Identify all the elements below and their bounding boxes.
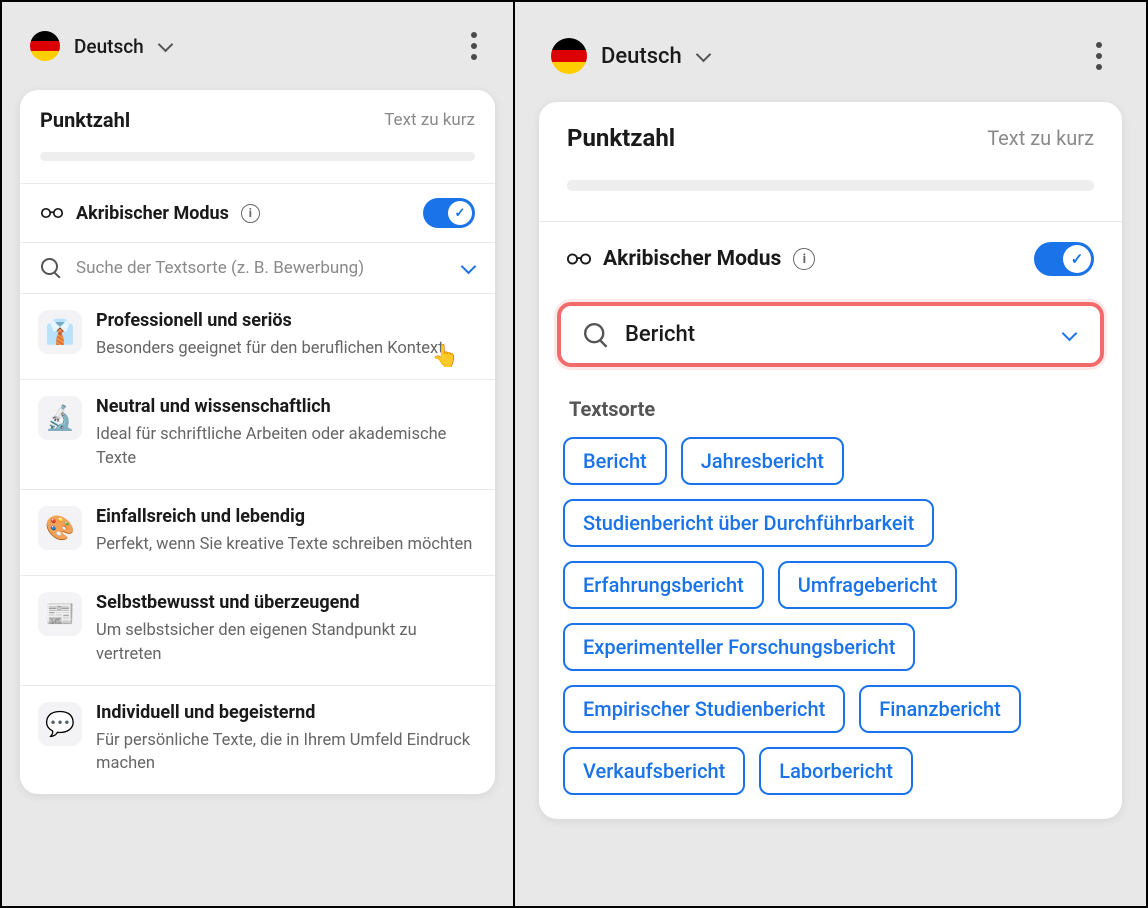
- chevron-down-icon: [696, 49, 710, 63]
- more-menu-button[interactable]: [463, 24, 485, 68]
- style-icon: 👔: [38, 310, 82, 354]
- flag-de-icon: [551, 38, 587, 74]
- language-label: Deutsch: [601, 44, 682, 69]
- text-type-tag[interactable]: Empirischer Studienbericht: [563, 685, 845, 733]
- info-icon[interactable]: i: [793, 248, 815, 270]
- text-type-search-highlighted[interactable]: Bericht: [557, 302, 1104, 367]
- text-type-tag[interactable]: Laborbericht: [759, 747, 913, 795]
- search-icon: [583, 321, 609, 347]
- score-progress-bar: [40, 152, 475, 161]
- chevron-down-icon: [1062, 328, 1076, 342]
- style-title: Selbstbewusst und überzeugend: [96, 592, 477, 613]
- language-selector[interactable]: Deutsch: [551, 38, 710, 74]
- flag-de-icon: [30, 31, 60, 61]
- style-icon: 🎨: [38, 506, 82, 550]
- style-title: Neutral und wissenschaftlich: [96, 396, 477, 417]
- glasses-icon: [567, 247, 591, 271]
- chevron-down-icon: [158, 39, 172, 53]
- style-icon: 💬: [38, 702, 82, 746]
- mode-label: Akribischer Modus: [76, 203, 229, 224]
- style-icon: 📰: [38, 592, 82, 636]
- style-option[interactable]: 🔬 Neutral und wissenschaftlich Ideal für s…: [20, 380, 495, 490]
- style-title: Einfallsreich und lebendig: [96, 506, 477, 527]
- style-desc: Ideal für schriftliche Arbeiten oder aka…: [96, 423, 477, 471]
- text-type-tag[interactable]: Jahresbericht: [681, 437, 844, 485]
- text-type-tag[interactable]: Erfahrungsbericht: [563, 561, 764, 609]
- style-title: Individuell und begeisternd: [96, 702, 477, 723]
- text-type-tags: Bericht Jahresbericht Studienbericht über …: [539, 431, 1122, 819]
- info-icon[interactable]: i: [241, 204, 260, 223]
- language-selector[interactable]: Deutsch: [30, 31, 172, 61]
- style-desc: Um selbstsicher den eigenen Standpunkt z…: [96, 619, 477, 667]
- more-menu-button[interactable]: [1088, 34, 1110, 78]
- text-type-tag[interactable]: Studienbericht über Durchführbarkeit: [563, 499, 934, 547]
- score-progress-bar: [567, 180, 1094, 191]
- score-status: Text zu kurz: [384, 110, 475, 130]
- text-type-tag[interactable]: Experimenteller Forschungsbericht: [563, 623, 915, 671]
- score-title: Punktzahl: [40, 108, 130, 132]
- search-icon: [40, 257, 62, 279]
- text-type-tag[interactable]: Verkaufsbericht: [563, 747, 745, 795]
- text-type-section-label: Textsorte: [539, 373, 1122, 431]
- search-value: Bericht: [625, 322, 1048, 347]
- text-type-search[interactable]: Suche der Textsorte (z. B. Bewerbung): [20, 243, 495, 293]
- text-type-tag[interactable]: Finanzbericht: [859, 685, 1021, 733]
- score-status: Text zu kurz: [987, 126, 1094, 150]
- mode-toggle[interactable]: [1034, 242, 1094, 276]
- text-type-tag[interactable]: Umfragebericht: [778, 561, 957, 609]
- glasses-icon: [40, 201, 64, 225]
- style-title: Professionell und seriös: [96, 310, 477, 331]
- style-option[interactable]: 💬 Individuell und begeisternd Für persönli…: [20, 686, 495, 795]
- text-type-tag[interactable]: Bericht: [563, 437, 667, 485]
- style-desc: Besonders geeignet für den beruflichen K…: [96, 337, 477, 361]
- style-icon: 🔬: [38, 396, 82, 440]
- style-desc: Für persönliche Texte, die in Ihrem Umfe…: [96, 729, 477, 777]
- style-desc: Perfekt, wenn Sie kreative Texte schreib…: [96, 533, 477, 557]
- style-option[interactable]: 🎨 Einfallsreich und lebendig Perfekt, wenn…: [20, 490, 495, 576]
- mode-toggle[interactable]: [423, 198, 475, 228]
- style-list[interactable]: 👔 Professionell und seriös Besonders geeig…: [20, 293, 495, 794]
- chevron-down-icon: [461, 261, 475, 275]
- language-label: Deutsch: [74, 35, 144, 58]
- mode-label: Akribischer Modus: [603, 247, 781, 271]
- search-placeholder: Suche der Textsorte (z. B. Bewerbung): [76, 258, 447, 278]
- style-option[interactable]: 👔 Professionell und seriös Besonders geeig…: [20, 294, 495, 380]
- style-option[interactable]: 📰 Selbstbewusst und überzeugend Um selbsts…: [20, 576, 495, 686]
- score-title: Punktzahl: [567, 124, 675, 152]
